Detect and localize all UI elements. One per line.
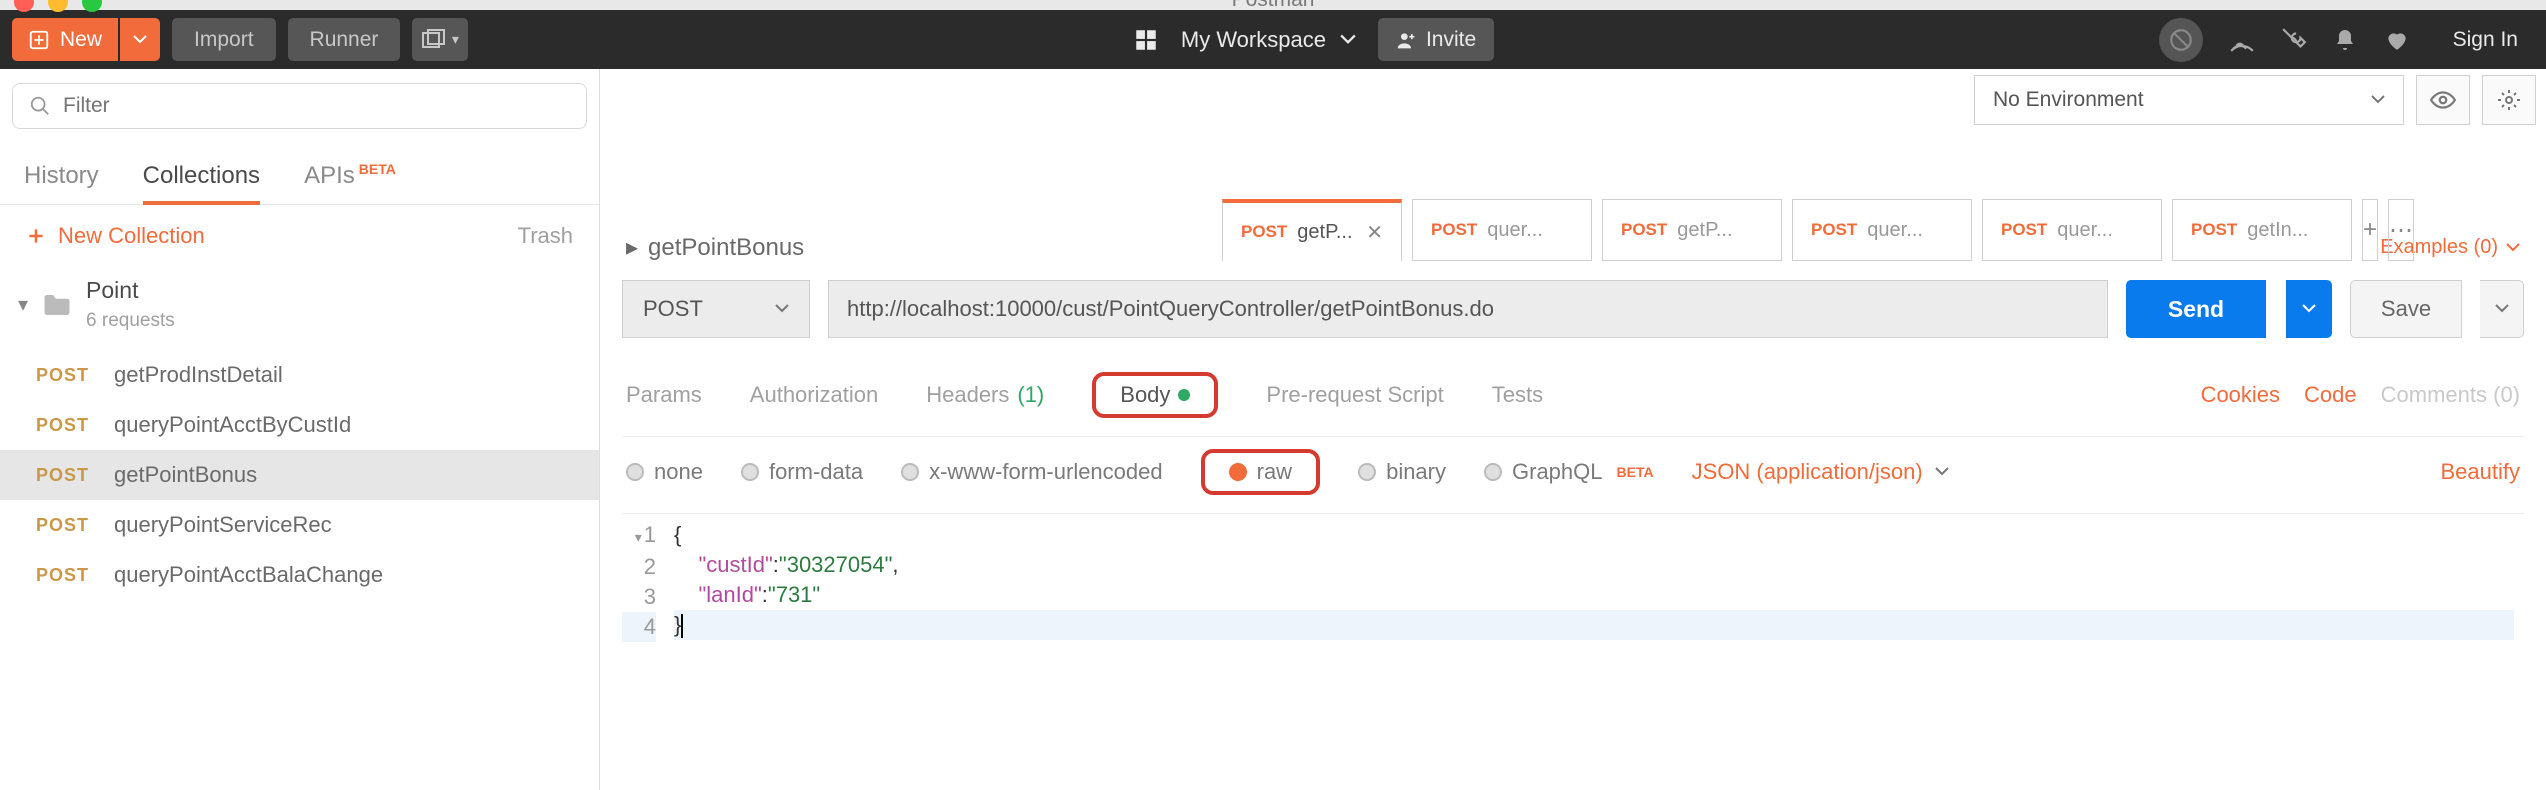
tab-apis[interactable]: APIsBETA [304, 161, 396, 204]
request-tab[interactable]: POSTgetP...✕ [1222, 199, 1402, 261]
chevron-down-icon [775, 304, 789, 314]
tab-menu-button[interactable]: ⋯ [2388, 199, 2414, 261]
chevron-down-icon [2371, 95, 2385, 105]
eye-icon [2430, 90, 2456, 110]
body-type-none[interactable]: none [626, 459, 703, 485]
body-type-binary[interactable]: binary [1358, 459, 1446, 485]
app-title: Postman [1232, 0, 1315, 12]
close-window-icon[interactable] [14, 0, 34, 12]
add-tab-button[interactable]: + [2362, 199, 2378, 261]
request-item[interactable]: POSTgetPointBonus [0, 450, 599, 500]
new-dropdown[interactable] [120, 18, 160, 61]
save-dropdown[interactable] [2480, 280, 2524, 338]
chevron-down-icon [1935, 467, 1949, 477]
body-type-xwww[interactable]: x-www-form-urlencoded [901, 459, 1163, 485]
request-tab[interactable]: POSTquer... [1792, 199, 1972, 261]
window-titlebar: Postman [0, 0, 2546, 10]
filter-input[interactable] [63, 94, 570, 118]
body-type-raw[interactable]: raw [1201, 449, 1320, 495]
body-editor[interactable]: ▾1 2 3 4 { "custId":"30327054", "lanId":… [622, 513, 2524, 648]
status-dot-icon [1178, 389, 1190, 401]
method-select[interactable]: POST [622, 280, 810, 338]
text-cursor [681, 614, 683, 638]
folder-icon [42, 292, 72, 318]
request-tab[interactable]: POSTgetIn... [2172, 199, 2352, 261]
environment-quicklook-button[interactable] [2416, 75, 2470, 125]
tab-prerequest[interactable]: Pre-request Script [1266, 382, 1443, 408]
send-dropdown[interactable] [2286, 280, 2332, 338]
request-name[interactable]: ▸ getPointBonus [626, 233, 804, 262]
request-item[interactable]: POSTqueryPointServiceRec [0, 500, 599, 550]
tab-history[interactable]: History [24, 162, 99, 204]
tab-headers[interactable]: Headers (1) [926, 382, 1044, 408]
sign-in-link[interactable]: Sign In [2437, 28, 2534, 52]
plus-icon [28, 29, 50, 51]
request-tabs-row: POSTgetP...✕ POSTquer... POSTgetP... POS… [1212, 199, 1958, 261]
send-button[interactable]: Send [2126, 280, 2266, 338]
minimize-window-icon[interactable] [48, 0, 68, 12]
request-list: POSTgetProdInstDetail POSTqueryPointAcct… [0, 342, 599, 600]
invite-button[interactable]: Invite [1378, 18, 1494, 61]
search-icon [29, 95, 51, 117]
heart-icon[interactable] [2383, 27, 2411, 53]
collection-header[interactable]: ▾ Point 6 requests [0, 267, 599, 342]
trash-link[interactable]: Trash [518, 223, 573, 249]
header-toolbar: New Import Runner ▾ My Workspace Invite … [0, 10, 2546, 69]
satellite-icon[interactable] [2229, 27, 2255, 53]
environment-select[interactable]: No Environment [1974, 75, 2404, 125]
runner-button[interactable]: Runner [288, 18, 401, 61]
import-button[interactable]: Import [172, 18, 276, 61]
sidebar: History Collections APIsBETA New Collect… [0, 69, 600, 790]
body-type-graphql[interactable]: GraphQLBETA [1484, 459, 1654, 485]
request-tab[interactable]: POSTgetP... [1602, 199, 1782, 261]
content-type-dropdown[interactable]: JSON (application/json) [1692, 459, 1949, 485]
workspace-selector[interactable]: My Workspace [1181, 27, 1356, 53]
filter-input-wrap[interactable] [12, 83, 587, 129]
comments-link[interactable]: Comments (0) [2381, 382, 2520, 408]
editor-gutter: ▾1 2 3 4 [622, 514, 664, 648]
maximize-window-icon[interactable] [82, 0, 102, 12]
url-input[interactable] [828, 280, 2108, 338]
collection-name: Point [86, 277, 175, 304]
caret-right-icon: ▸ [626, 233, 638, 262]
beautify-button[interactable]: Beautify [2441, 459, 2521, 485]
request-item[interactable]: POSTgetProdInstDetail [0, 350, 599, 400]
tab-tests[interactable]: Tests [1492, 382, 1543, 408]
close-icon[interactable]: ✕ [1366, 220, 1383, 245]
environment-bar: No Environment [600, 69, 2546, 131]
new-button[interactable]: New [12, 18, 118, 61]
environment-settings-button[interactable] [2482, 75, 2536, 125]
tab-authorization[interactable]: Authorization [750, 382, 878, 408]
bell-icon[interactable] [2333, 27, 2357, 53]
caret-down-icon: ▾ [18, 292, 28, 317]
request-item[interactable]: POSTqueryPointAcctByCustId [0, 400, 599, 450]
code-link[interactable]: Code [2304, 382, 2357, 408]
body-type-form-data[interactable]: form-data [741, 459, 863, 485]
request-tab[interactable]: POSTquer... [1982, 199, 2162, 261]
main-content: POSTgetP...✕ POSTquer... POSTgetP... POS… [600, 69, 2546, 790]
new-window-button[interactable]: ▾ [412, 18, 468, 61]
tab-body[interactable]: Body [1092, 372, 1218, 418]
tab-collections[interactable]: Collections [143, 162, 260, 204]
workspace-grid-icon [1133, 27, 1159, 53]
request-tab[interactable]: POSTquer... [1412, 199, 1592, 261]
collection-count: 6 requests [86, 310, 175, 332]
wrench-icon[interactable] [2281, 27, 2307, 53]
save-button[interactable]: Save [2350, 280, 2462, 338]
new-collection-button[interactable]: New Collection [26, 223, 205, 249]
tab-params[interactable]: Params [626, 382, 702, 408]
editor-code[interactable]: { "custId":"30327054", "lanId":"731" } [664, 514, 2524, 648]
request-item[interactable]: POSTqueryPointAcctBalaChange [0, 550, 599, 600]
plus-icon [26, 226, 46, 246]
chevron-down-icon [2506, 243, 2520, 253]
cookies-link[interactable]: Cookies [2201, 382, 2280, 408]
gear-icon [2497, 88, 2521, 112]
sync-off-icon[interactable] [2159, 18, 2203, 62]
invite-icon [1396, 30, 1416, 50]
